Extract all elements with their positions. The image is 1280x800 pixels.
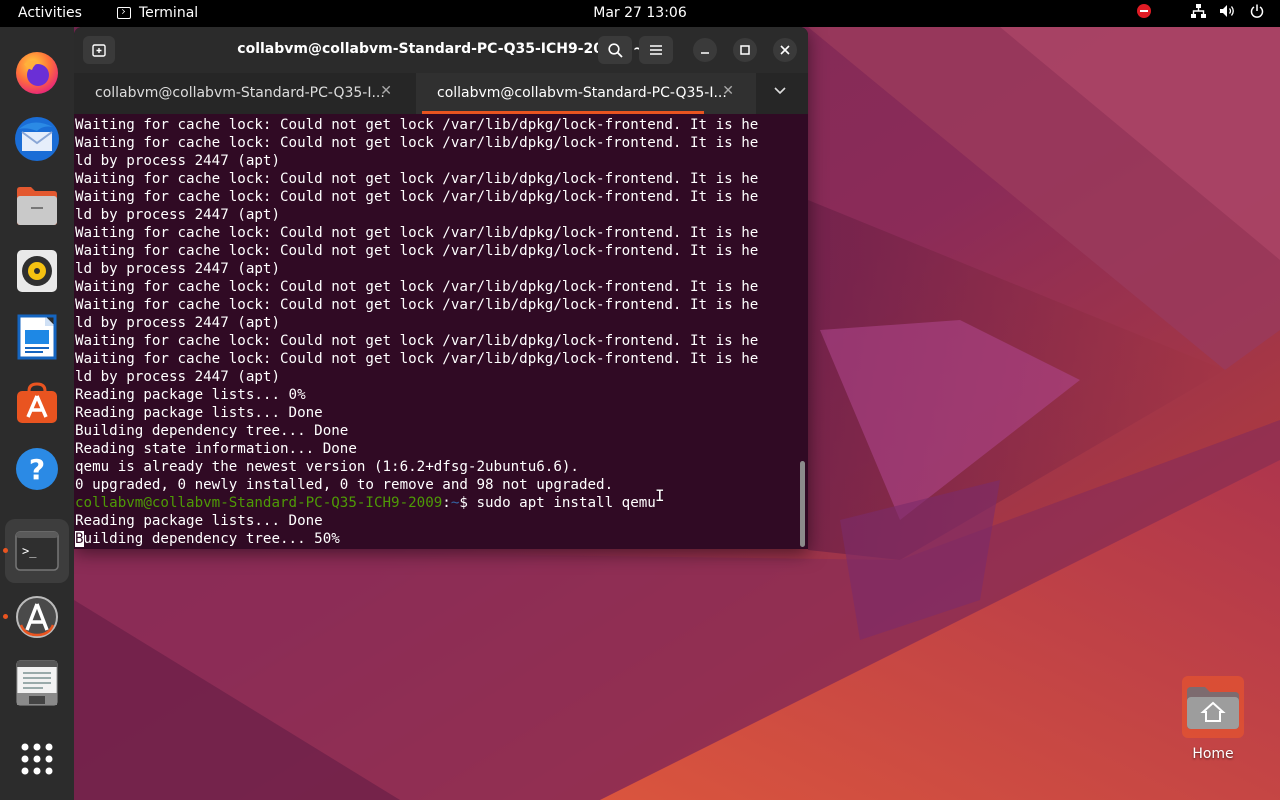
close-icon bbox=[780, 45, 790, 55]
software-store-icon bbox=[17, 382, 57, 423]
home-folder-icon bbox=[1182, 676, 1244, 738]
desktop-home-folder[interactable]: Home bbox=[1180, 676, 1246, 766]
search-icon bbox=[607, 42, 623, 58]
terminal-titlebar[interactable]: collabvm@collabvm-Standard-PC-Q35-ICH9-2… bbox=[74, 27, 808, 73]
terminal-tab[interactable]: collabvm@collabvm-Standard-PC-Q35-I... ✕ bbox=[74, 73, 414, 114]
terminal-icon: >_ bbox=[15, 531, 59, 571]
tab-label: collabvm@collabvm-Standard-PC-Q35-I... bbox=[95, 85, 385, 101]
top-bar: Activities Terminal Mar 27 13:06 bbox=[0, 0, 1280, 27]
tab-close-icon[interactable]: ✕ bbox=[722, 83, 734, 99]
prompt-user-host: collabvm@collabvm-Standard-PC-Q35-ICH9-2… bbox=[75, 495, 443, 511]
prompt-command: sudo apt install qemu bbox=[467, 495, 656, 511]
dock-rhythmbox[interactable] bbox=[5, 239, 69, 303]
minimize-button[interactable] bbox=[693, 38, 717, 62]
terminal-window[interactable]: collabvm@collabvm-Standard-PC-Q35-ICH9-2… bbox=[74, 27, 808, 549]
output-line: Waiting for cache lock: Could not get lo… bbox=[75, 243, 759, 259]
rhythmbox-icon bbox=[17, 250, 57, 292]
output-line: Reading package lists... 0% bbox=[75, 387, 306, 403]
system-tray[interactable] bbox=[1137, 4, 1264, 18]
hamburger-menu-button[interactable] bbox=[639, 36, 673, 64]
tab-label: collabvm@collabvm-Standard-PC-Q35-I... bbox=[437, 85, 727, 101]
output-line: qemu is already the newest version (1:6.… bbox=[75, 459, 579, 475]
output-line: Reading package lists... Done bbox=[75, 405, 323, 421]
output-line: ld by process 2447 (apt) bbox=[75, 315, 280, 331]
output-line: Waiting for cache lock: Could not get lo… bbox=[75, 171, 759, 187]
hamburger-menu-icon bbox=[650, 45, 662, 55]
dock-terminal[interactable]: >_ bbox=[3, 519, 69, 583]
current-line-text: uilding dependency tree... 50% bbox=[83, 531, 340, 547]
search-button[interactable] bbox=[598, 36, 632, 64]
dock: ? >_ bbox=[0, 27, 74, 800]
text-editor-icon bbox=[16, 660, 58, 706]
output-line: Waiting for cache lock: Could not get lo… bbox=[75, 189, 759, 205]
output-line: ld by process 2447 (apt) bbox=[75, 207, 280, 223]
files-icon bbox=[17, 187, 57, 225]
output-line: ld by process 2447 (apt) bbox=[75, 261, 280, 277]
writer-icon bbox=[17, 314, 57, 360]
tab-close-icon[interactable]: ✕ bbox=[380, 83, 392, 99]
prompt-symbol: $ bbox=[459, 495, 468, 511]
terminal-output[interactable]: Waiting for cache lock: Could not get lo… bbox=[74, 116, 808, 549]
svg-text:?: ? bbox=[29, 453, 45, 486]
app-menu-label: Terminal bbox=[139, 5, 199, 21]
minimize-icon bbox=[701, 52, 709, 54]
output-line: ld by process 2447 (apt) bbox=[75, 369, 280, 385]
dock-text-editor[interactable] bbox=[5, 651, 69, 715]
mouse-ibeam-cursor-icon: I bbox=[655, 486, 665, 505]
dock-software-updater[interactable] bbox=[3, 585, 69, 649]
output-line: Waiting for cache lock: Could not get lo… bbox=[75, 297, 759, 313]
terminal-tab-active[interactable]: collabvm@collabvm-Standard-PC-Q35-I... ✕ bbox=[416, 73, 756, 114]
output-line: Waiting for cache lock: Could not get lo… bbox=[75, 279, 759, 295]
prompt-separator: : bbox=[442, 495, 451, 511]
firefox-icon bbox=[16, 52, 58, 94]
software-updater-icon bbox=[16, 596, 58, 638]
dock-libreoffice-writer[interactable] bbox=[5, 305, 69, 369]
app-menu[interactable]: Terminal bbox=[117, 5, 198, 21]
help-icon: ? bbox=[16, 448, 58, 490]
text-cursor: B bbox=[75, 531, 84, 547]
maximize-icon bbox=[740, 45, 750, 55]
close-button[interactable] bbox=[773, 38, 797, 62]
tab-overflow-button[interactable] bbox=[774, 83, 786, 99]
power-icon[interactable] bbox=[1250, 4, 1264, 18]
terminal-app-icon bbox=[117, 7, 131, 19]
terminal-scrollbar[interactable] bbox=[800, 461, 805, 547]
prompt-line: collabvm@collabvm-Standard-PC-Q35-ICH9-2… bbox=[75, 494, 656, 512]
dock-help[interactable]: ? bbox=[5, 437, 69, 501]
output-line: Building dependency tree... Done bbox=[75, 423, 349, 439]
do-not-disturb-icon[interactable] bbox=[1137, 4, 1151, 18]
tab-bar: collabvm@collabvm-Standard-PC-Q35-I... ✕… bbox=[74, 73, 808, 114]
output-line: Waiting for cache lock: Could not get lo… bbox=[75, 225, 759, 241]
svg-text:>_: >_ bbox=[22, 544, 37, 558]
chevron-down-icon bbox=[774, 87, 786, 95]
output-line: Reading package lists... Done bbox=[75, 513, 323, 529]
current-output-line: Building dependency tree... 50% bbox=[75, 530, 340, 548]
app-grid-icon bbox=[21, 743, 53, 775]
thunderbird-icon bbox=[15, 117, 59, 161]
show-applications-button[interactable] bbox=[5, 727, 69, 791]
output-line: Waiting for cache lock: Could not get lo… bbox=[75, 333, 759, 349]
active-tab-indicator bbox=[422, 111, 704, 114]
output-line: Waiting for cache lock: Could not get lo… bbox=[75, 117, 759, 133]
home-folder-label: Home bbox=[1192, 746, 1234, 762]
running-indicator bbox=[3, 548, 8, 553]
dock-firefox[interactable] bbox=[5, 41, 69, 105]
maximize-button[interactable] bbox=[733, 38, 757, 62]
output-line: Waiting for cache lock: Could not get lo… bbox=[75, 351, 759, 367]
volume-icon[interactable] bbox=[1220, 4, 1236, 18]
dock-files[interactable] bbox=[5, 173, 69, 237]
dock-thunderbird[interactable] bbox=[5, 107, 69, 171]
output-line: 0 upgraded, 0 newly installed, 0 to remo… bbox=[75, 477, 614, 493]
output-line: Reading state information... Done bbox=[75, 441, 357, 457]
dock-ubuntu-software[interactable] bbox=[5, 371, 69, 435]
output-line: ld by process 2447 (apt) bbox=[75, 153, 280, 169]
running-indicator bbox=[3, 614, 8, 619]
output-line: Waiting for cache lock: Could not get lo… bbox=[75, 135, 759, 151]
activities-button[interactable]: Activities bbox=[18, 5, 82, 21]
network-icon[interactable] bbox=[1191, 4, 1206, 18]
clock[interactable]: Mar 27 13:06 bbox=[593, 5, 686, 21]
